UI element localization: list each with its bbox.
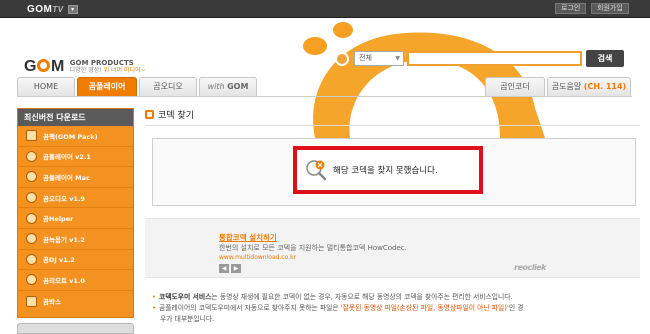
brand-tagline: 다양한 영상!	[69, 67, 102, 74]
sidebar-item-gomhelper[interactable]: 곰Helper	[18, 208, 133, 229]
sidebar-item-gomdj[interactable]: 곰DJ v1.2	[18, 250, 133, 271]
chevron-down-icon[interactable]: ▾	[67, 4, 78, 14]
top-bar: GOMTV ▾ 로그인 회원가입	[0, 0, 650, 18]
ad-brand-logo: reocliek	[514, 263, 546, 272]
gomtv-logo[interactable]: GOMTV ▾	[27, 3, 78, 15]
sidebar-item-gomrecorder[interactable]: 곰녹음기 v1.2	[18, 229, 133, 250]
tab-gomencoder[interactable]: 곰인코더	[485, 77, 545, 96]
sidebar-item-gombox[interactable]: 곰박스	[18, 291, 133, 312]
tab-divider	[17, 96, 632, 97]
page-title: 코덱 찾기	[145, 108, 194, 121]
brand-products: GOM PRODUCTS	[69, 59, 134, 67]
ad-link[interactable]: 통합코덱 설치하기	[219, 232, 277, 243]
sidebar-item-gompack[interactable]: 곰팩(GOM Pack)	[18, 126, 133, 147]
tab-home[interactable]: HOME	[17, 77, 75, 96]
gomplayer-mac-icon	[26, 171, 37, 183]
gomaudio-icon	[26, 192, 37, 204]
next-arrow-icon[interactable]: ▶	[231, 264, 241, 273]
sidebar-item-gomplayer[interactable]: 곰플레이어 v2.1	[18, 147, 133, 168]
gomplayer-icon	[26, 150, 37, 162]
prev-arrow-icon[interactable]: ◀	[219, 264, 229, 273]
gomdj-icon	[26, 253, 37, 265]
ad-image	[145, 221, 215, 277]
main-tabs: HOME 곰플레이어 곰오디오 with GOM	[17, 77, 259, 96]
tab-with-gom[interactable]: with GOM	[199, 77, 257, 96]
gomrecorder-icon	[26, 233, 37, 245]
brand-tagline-highlight: 위 너머 미디어~	[103, 67, 146, 74]
service-notes: • 코덱도우미 서비스는 동영상 재생에 필요한 코덱이 없는 경우, 자동으로 …	[152, 292, 636, 325]
tab-gomaudio[interactable]: 곰오디오	[139, 77, 197, 96]
tab-gomhelp[interactable]: 곰도움말 (CH. 114)	[547, 77, 631, 96]
search-button[interactable]: 검색	[586, 50, 624, 67]
codec-not-found-alert: 해당 코덱을 찾지 못했습니다.	[293, 146, 483, 194]
tab-gomplayer[interactable]: 곰플레이어	[77, 77, 137, 96]
sidebar-item-gomaudio[interactable]: 곰오디오 v1.9	[18, 188, 133, 209]
logo-text: GOM	[27, 3, 53, 15]
ad-url[interactable]: www.multidownload.co.kr	[219, 254, 296, 261]
search-input[interactable]	[407, 51, 582, 66]
sidebar-title: 최신버전 다운로드	[18, 109, 133, 126]
note-line-2: • 곰플레이어의 코덱도우미에서 자동으로 찾아주지 못하는 파일은 '잘못된 동…	[152, 304, 524, 312]
chevron-down-icon: ▼	[395, 55, 400, 62]
title-divider	[145, 125, 640, 126]
sidebar-footer	[17, 323, 134, 334]
ad-banner: 통합코덱 설치하기 한번의 설치로 모든 코덱을 지원하는 멀티통합코덱 How…	[145, 218, 640, 278]
search-icon	[335, 51, 349, 66]
login-link[interactable]: 로그인	[555, 3, 587, 14]
codec-icon	[145, 110, 154, 119]
gom-products-brand[interactable]: GM GOM PRODUCTS 다양한 영상! 위 너머 미디어~	[24, 58, 146, 76]
signup-link[interactable]: 회원가입	[591, 3, 629, 14]
brand-o-icon	[36, 59, 50, 72]
note-line-3: 우가 대부분입니다.	[160, 315, 215, 323]
sidebar-item-gomremote[interactable]: 곰리모트 v1.0	[18, 270, 133, 291]
not-found-magnifier-icon	[306, 160, 327, 181]
gomhelper-icon	[26, 212, 37, 224]
search-scope-select[interactable]: 전체 ▼	[354, 51, 404, 66]
download-sidebar: 최신버전 다운로드 곰팩(GOM Pack) 곰플레이어 v2.1 곰플레이어 …	[17, 108, 134, 318]
note-line-1: • 코덱도우미 서비스는 동영상 재생에 필요한 코덱이 없는 경우, 자동으로 …	[152, 293, 513, 301]
gompack-icon	[26, 130, 37, 142]
gomremote-icon	[26, 274, 37, 286]
search-bar: 전체 ▼ 검색	[335, 50, 624, 67]
alert-message: 해당 코덱을 찾지 못했습니다.	[333, 166, 438, 176]
gombox-icon	[26, 295, 37, 307]
ad-pager: ◀ ▶	[219, 264, 243, 273]
logo-suffix: TV	[52, 4, 64, 14]
sidebar-item-gomplayer-mac[interactable]: 곰플레이어 Mac	[18, 167, 133, 188]
ad-description: 한번의 설치로 모든 코덱을 지원하는 멀티통합코덱 HowCodec.	[219, 244, 407, 252]
right-tabs: 곰인코더 곰도움말 (CH. 114)	[485, 77, 633, 96]
